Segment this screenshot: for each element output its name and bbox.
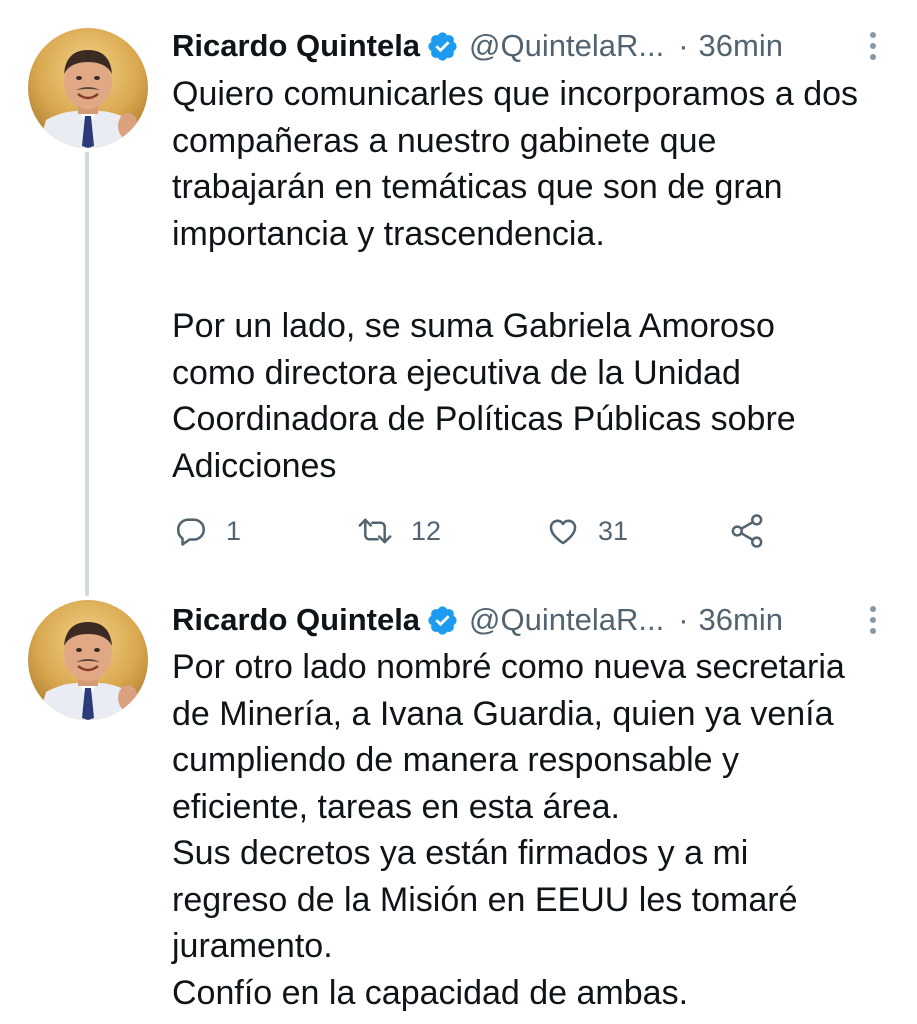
tweet-text: Quiero comunicarles que incorporamos a d…: [172, 71, 897, 489]
reply-button[interactable]: 1: [174, 509, 241, 553]
text-line: de Minería, a Ivana Guardia, quien ya ve…: [172, 694, 834, 733]
retweet-button[interactable]: 12: [357, 509, 441, 553]
tweet-timestamp[interactable]: 36min: [699, 28, 783, 64]
heart-icon: [549, 519, 577, 545]
text-line: Adicciones: [172, 446, 337, 485]
author-display-name[interactable]: Ricardo Quintela: [172, 28, 420, 64]
text-line: Por otro lado nombré como nueva secretar…: [172, 648, 845, 686]
tweet-header: Ricardo Quintela @QuintelaR... · 36min: [172, 26, 877, 66]
avatar-image: [28, 28, 148, 148]
tweet-header: Ricardo Quintela @QuintelaR... · 36min: [172, 600, 877, 640]
more-vertical-icon[interactable]: [869, 31, 877, 61]
retweet-icon: [358, 518, 392, 544]
text-line: Por un lado, se suma Gabriela Amoroso: [172, 307, 775, 345]
tweet-timestamp[interactable]: 36min: [699, 602, 783, 638]
like-button[interactable]: 31: [546, 509, 628, 553]
retweet-count: 12: [411, 515, 442, 546]
author-handle[interactable]: @QuintelaR...: [469, 28, 664, 64]
verified-badge-icon: [428, 605, 457, 635]
avatar[interactable]: [28, 28, 148, 148]
share-icon: [731, 514, 763, 548]
text-line: como directora ejecutiva de la Unidad: [172, 353, 741, 392]
text-line: importancia y trascendencia.: [172, 214, 605, 253]
tweet-actions: 1 12 31: [172, 509, 877, 553]
text-line: compañeras a nuestro gabinete que: [172, 121, 717, 160]
separator-dot: ·: [678, 602, 689, 637]
text-line: eficiente, tareas en esta área.: [172, 787, 620, 826]
like-count: 31: [598, 515, 629, 546]
text-line: Sus decretos ya están firmados y a mi: [172, 834, 749, 872]
reply-icon: [176, 518, 206, 546]
text-line: Coordinadora de Políticas Públicas sobre: [172, 400, 796, 438]
author-handle[interactable]: @QuintelaR...: [469, 602, 664, 638]
text-line: juramento.: [172, 927, 333, 965]
text-line: regreso de la Misión en EEUU les tomaré: [172, 880, 798, 919]
thread-connector-line: [85, 152, 89, 596]
tweet-paragraph: Por otro lado nombré como nueva secretar…: [172, 644, 897, 1016]
avatar-image: [28, 600, 148, 720]
avatar[interactable]: [28, 600, 148, 720]
tweet-text: Por otro lado nombré como nueva secretar…: [172, 644, 897, 1016]
author-display-name[interactable]: Ricardo Quintela: [172, 602, 420, 638]
text-line: Quiero comunicarles que incorporamos a d…: [172, 75, 859, 113]
tweet-paragraph: Por un lado, se suma Gabriela Amoroso co…: [172, 303, 897, 489]
reply-count: 1: [226, 515, 242, 546]
separator-dot: ·: [678, 28, 689, 63]
tweet[interactable]: Ricardo Quintela @QuintelaR... · 36min P…: [0, 600, 917, 1024]
text-line: cumpliendo de manera responsable y: [172, 741, 740, 779]
share-button[interactable]: [730, 509, 764, 553]
text-line: trabajarán en temáticas que son de gran: [172, 168, 783, 206]
more-vertical-icon[interactable]: [869, 605, 877, 635]
verified-badge-icon: [428, 31, 457, 61]
tweet[interactable]: Ricardo Quintela @QuintelaR... · 36min Q…: [0, 0, 917, 600]
tweet-paragraph: Quiero comunicarles que incorporamos a d…: [172, 71, 897, 257]
text-line: Confío en la capacidad de ambas.: [172, 973, 689, 1012]
